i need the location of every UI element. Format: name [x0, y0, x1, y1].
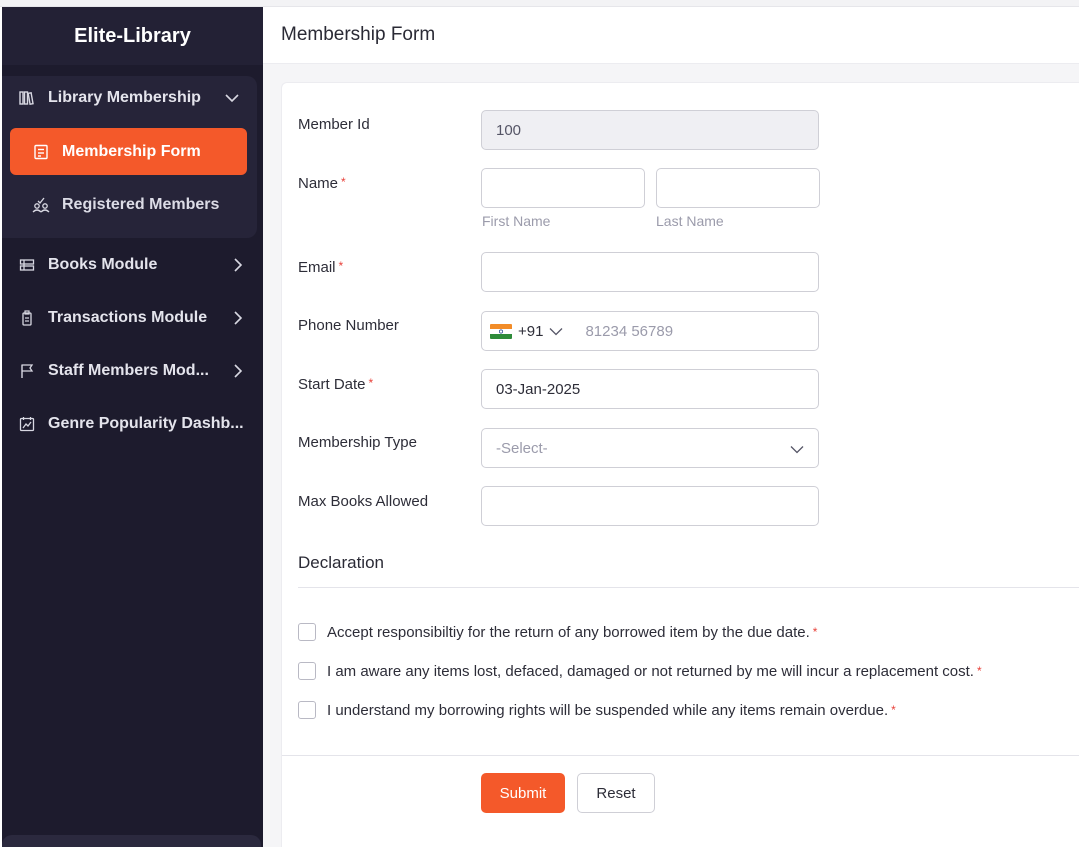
- membership-type-select[interactable]: -Select-: [481, 428, 819, 468]
- divider: [282, 755, 1079, 756]
- country-code-value: +91: [518, 322, 544, 340]
- last-name-input[interactable]: [656, 168, 820, 208]
- required-mark: *: [338, 259, 344, 273]
- phone-input[interactable]: +91 81234 56789: [481, 311, 819, 351]
- sidebar-item-label: Library Membership: [48, 89, 201, 106]
- sidebar-item-books-module[interactable]: Books Module: [2, 238, 263, 291]
- form-icon: [32, 143, 50, 161]
- declaration-text: I understand my borrowing rights will be…: [327, 701, 889, 719]
- divider: [298, 587, 1079, 588]
- declaration-checkbox[interactable]: [298, 623, 316, 641]
- max-books-input[interactable]: [481, 486, 819, 526]
- submit-button[interactable]: Submit: [481, 773, 565, 813]
- declaration-item-return[interactable]: Accept responsibiltiy for the return of …: [298, 623, 817, 641]
- sidebar-item-label: Transactions Module: [48, 308, 208, 326]
- chevron-right-icon[interactable]: [231, 310, 245, 325]
- brand-logo[interactable]: Elite-Library: [2, 7, 263, 65]
- required-mark: *: [812, 625, 818, 639]
- declaration-text: I am aware any items lost, defaced, dama…: [327, 662, 974, 680]
- max-books-label: Max Books Allowed: [298, 493, 429, 510]
- required-mark: *: [341, 175, 346, 189]
- email-input[interactable]: [481, 252, 819, 292]
- start-date-label: Start Date *: [298, 376, 374, 393]
- books-icon: [18, 256, 36, 274]
- declaration-checkbox[interactable]: [298, 701, 316, 719]
- required-mark: *: [976, 664, 982, 678]
- declaration-item-overdue[interactable]: I understand my borrowing rights will be…: [298, 701, 896, 719]
- first-name-input[interactable]: [481, 168, 645, 208]
- sidebar-item-genre-popularity-dashboard[interactable]: Genre Popularity Dashb...: [2, 397, 263, 450]
- name-label: Name *: [298, 175, 346, 192]
- phone-placeholder: 81234 56789: [585, 322, 674, 340]
- phone-label: Phone Number: [298, 317, 399, 334]
- required-mark: *: [891, 703, 896, 717]
- sidebar-item-transactions-module[interactable]: Transactions Module: [2, 291, 263, 344]
- members-icon: [32, 196, 50, 214]
- first-name-hint: First Name: [482, 213, 551, 229]
- declaration-item-replacement-cost[interactable]: I am aware any items lost, defaced, dama…: [298, 662, 982, 680]
- sidebar-item-registered-members[interactable]: Registered Members: [10, 181, 247, 228]
- membership-type-placeholder: -Select-: [496, 439, 548, 457]
- sidebar-item-label: Books Module: [48, 255, 158, 273]
- sidebar-group-library-membership: Library Membership Membership Form Regis…: [2, 76, 257, 238]
- sidebar-item-membership-form[interactable]: Membership Form: [10, 128, 247, 175]
- top-border: [0, 0, 1079, 7]
- dashboard-chart-icon: [18, 415, 36, 433]
- chevron-down-icon: [790, 441, 804, 458]
- sidebar: Elite-Library Library Membership Members…: [2, 7, 263, 847]
- sidebar-footer: [2, 835, 261, 847]
- chevron-down-icon: [549, 327, 563, 336]
- member-id-label: Member Id: [298, 116, 370, 133]
- sidebar-item-label: Genre Popularity Dashb...: [48, 414, 244, 432]
- sidebar-item-label: Staff Members Mod...: [48, 361, 209, 379]
- required-mark: *: [368, 376, 374, 390]
- member-id-field[interactable]: 100: [481, 110, 819, 150]
- sidebar-item-label: Registered Members: [62, 195, 220, 213]
- chevron-right-icon[interactable]: [231, 257, 245, 272]
- page-title: Membership Form: [281, 24, 436, 45]
- chevron-right-icon[interactable]: [231, 363, 245, 378]
- transactions-icon: [18, 309, 36, 327]
- sidebar-item-staff-members-module[interactable]: Staff Members Mod...: [2, 344, 263, 397]
- last-name-hint: Last Name: [656, 213, 724, 229]
- page-header: Membership Form: [263, 7, 1079, 64]
- membership-form-card: Member Id 100 Name * First Name Last Name…: [281, 82, 1079, 847]
- reset-button[interactable]: Reset: [577, 773, 655, 813]
- staff-icon: [18, 362, 36, 380]
- india-flag-icon: [490, 323, 512, 339]
- sidebar-item-label: Membership Form: [62, 142, 201, 160]
- sidebar-item-library-membership[interactable]: Library Membership: [2, 76, 257, 120]
- email-label: Email *: [298, 259, 344, 276]
- declaration-checkbox[interactable]: [298, 662, 316, 680]
- library-books-icon: [18, 89, 36, 107]
- chevron-down-icon[interactable]: [225, 91, 239, 105]
- country-code-select[interactable]: +91: [482, 323, 563, 340]
- declaration-title: Declaration: [298, 553, 384, 572]
- declaration-text: Accept responsibiltiy for the return of …: [327, 623, 810, 641]
- start-date-input[interactable]: 03-Jan-2025: [481, 369, 819, 409]
- membership-type-label: Membership Type: [298, 434, 417, 451]
